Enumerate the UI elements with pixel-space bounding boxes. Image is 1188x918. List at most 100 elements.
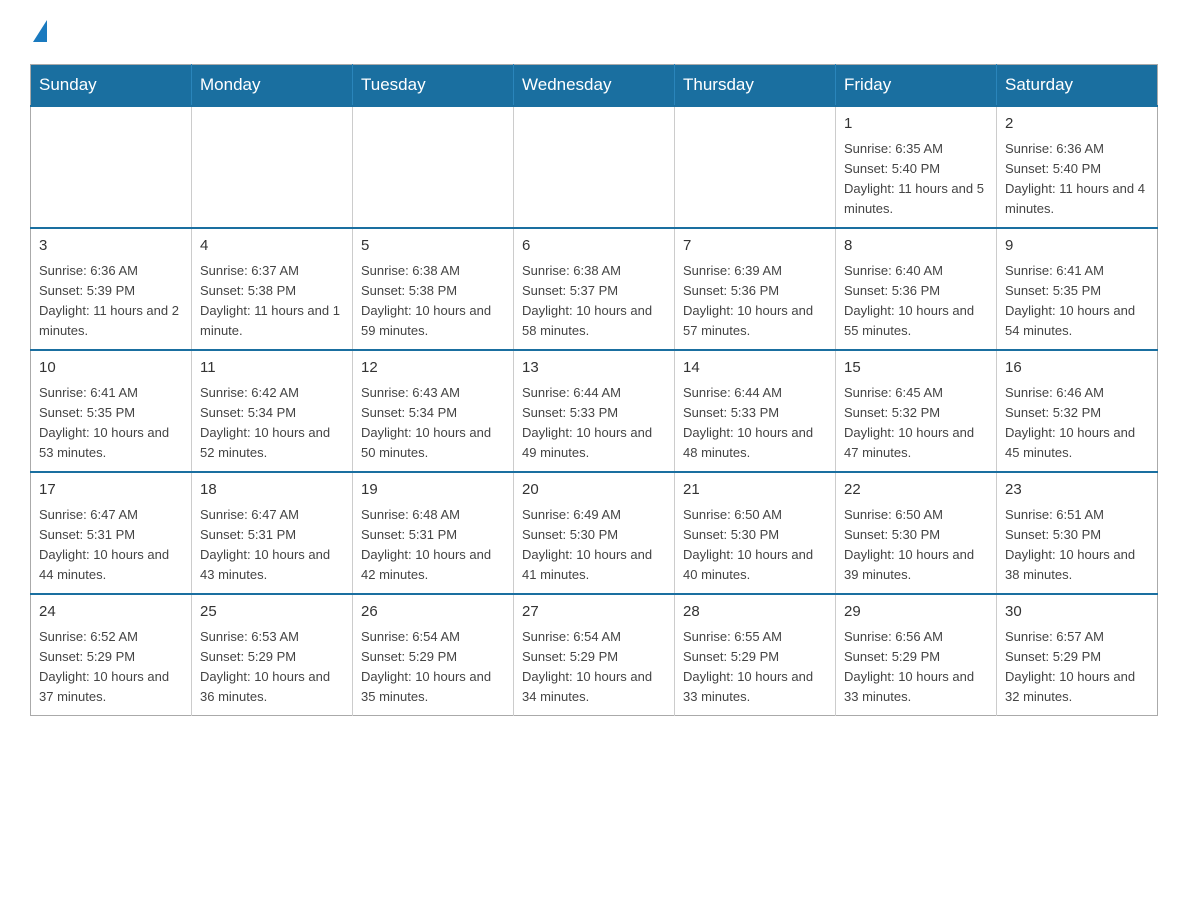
day-info: Sunrise: 6:36 AMSunset: 5:39 PMDaylight:… [39, 261, 183, 342]
day-number: 30 [1005, 601, 1149, 624]
day-number: 15 [844, 357, 988, 380]
day-info: Sunrise: 6:37 AMSunset: 5:38 PMDaylight:… [200, 261, 344, 342]
weekday-header-friday: Friday [836, 65, 997, 107]
day-info: Sunrise: 6:54 AMSunset: 5:29 PMDaylight:… [361, 627, 505, 708]
weekday-header-saturday: Saturday [997, 65, 1158, 107]
day-info: Sunrise: 6:35 AMSunset: 5:40 PMDaylight:… [844, 139, 988, 220]
day-number: 27 [522, 601, 666, 624]
day-info: Sunrise: 6:41 AMSunset: 5:35 PMDaylight:… [39, 383, 183, 464]
day-info: Sunrise: 6:44 AMSunset: 5:33 PMDaylight:… [522, 383, 666, 464]
calendar-cell: 6 Sunrise: 6:38 AMSunset: 5:37 PMDaylight… [514, 228, 675, 350]
day-info: Sunrise: 6:46 AMSunset: 5:32 PMDaylight:… [1005, 383, 1149, 464]
day-info: Sunrise: 6:45 AMSunset: 5:32 PMDaylight:… [844, 383, 988, 464]
day-number: 10 [39, 357, 183, 380]
day-number: 24 [39, 601, 183, 624]
day-info: Sunrise: 6:56 AMSunset: 5:29 PMDaylight:… [844, 627, 988, 708]
calendar-cell: 29 Sunrise: 6:56 AMSunset: 5:29 PMDayligh… [836, 594, 997, 716]
day-info: Sunrise: 6:39 AMSunset: 5:36 PMDaylight:… [683, 261, 827, 342]
day-number: 11 [200, 357, 344, 380]
day-info: Sunrise: 6:41 AMSunset: 5:35 PMDaylight:… [1005, 261, 1149, 342]
weekday-header-tuesday: Tuesday [353, 65, 514, 107]
calendar-cell: 27 Sunrise: 6:54 AMSunset: 5:29 PMDayligh… [514, 594, 675, 716]
day-number: 19 [361, 479, 505, 502]
day-number: 2 [1005, 113, 1149, 136]
calendar-cell: 30 Sunrise: 6:57 AMSunset: 5:29 PMDayligh… [997, 594, 1158, 716]
calendar-cell [31, 106, 192, 228]
calendar-week-row: 17 Sunrise: 6:47 AMSunset: 5:31 PMDayligh… [31, 472, 1158, 594]
day-number: 20 [522, 479, 666, 502]
day-info: Sunrise: 6:40 AMSunset: 5:36 PMDaylight:… [844, 261, 988, 342]
logo-triangle-icon [33, 20, 47, 42]
calendar-cell: 14 Sunrise: 6:44 AMSunset: 5:33 PMDayligh… [675, 350, 836, 472]
day-number: 16 [1005, 357, 1149, 380]
calendar-header-row: SundayMondayTuesdayWednesdayThursdayFrid… [31, 65, 1158, 107]
calendar-cell: 17 Sunrise: 6:47 AMSunset: 5:31 PMDayligh… [31, 472, 192, 594]
calendar-cell: 28Sunrise: 6:55 AMSunset: 5:29 PMDayligh… [675, 594, 836, 716]
calendar-cell: 18Sunrise: 6:47 AMSunset: 5:31 PMDayligh… [192, 472, 353, 594]
day-info: Sunrise: 6:44 AMSunset: 5:33 PMDaylight:… [683, 383, 827, 464]
calendar-cell [192, 106, 353, 228]
calendar-cell: 5 Sunrise: 6:38 AMSunset: 5:38 PMDaylight… [353, 228, 514, 350]
day-info: Sunrise: 6:50 AMSunset: 5:30 PMDaylight:… [844, 505, 988, 586]
calendar-cell: 13Sunrise: 6:44 AMSunset: 5:33 PMDayligh… [514, 350, 675, 472]
calendar-cell: 3 Sunrise: 6:36 AMSunset: 5:39 PMDaylight… [31, 228, 192, 350]
calendar-cell: 26Sunrise: 6:54 AMSunset: 5:29 PMDayligh… [353, 594, 514, 716]
day-info: Sunrise: 6:38 AMSunset: 5:37 PMDaylight:… [522, 261, 666, 342]
day-info: Sunrise: 6:49 AMSunset: 5:30 PMDaylight:… [522, 505, 666, 586]
day-number: 29 [844, 601, 988, 624]
day-number: 14 [683, 357, 827, 380]
calendar-cell: 10 Sunrise: 6:41 AMSunset: 5:35 PMDayligh… [31, 350, 192, 472]
day-number: 7 [683, 235, 827, 258]
calendar-cell: 25 Sunrise: 6:53 AMSunset: 5:29 PMDayligh… [192, 594, 353, 716]
weekday-header-wednesday: Wednesday [514, 65, 675, 107]
calendar-week-row: 3 Sunrise: 6:36 AMSunset: 5:39 PMDaylight… [31, 228, 1158, 350]
day-number: 25 [200, 601, 344, 624]
calendar-table: SundayMondayTuesdayWednesdayThursdayFrid… [30, 64, 1158, 716]
day-info: Sunrise: 6:36 AMSunset: 5:40 PMDaylight:… [1005, 139, 1149, 220]
day-info: Sunrise: 6:52 AMSunset: 5:29 PMDaylight:… [39, 627, 183, 708]
day-number: 6 [522, 235, 666, 258]
day-number: 21 [683, 479, 827, 502]
day-number: 9 [1005, 235, 1149, 258]
day-number: 8 [844, 235, 988, 258]
day-number: 17 [39, 479, 183, 502]
day-info: Sunrise: 6:43 AMSunset: 5:34 PMDaylight:… [361, 383, 505, 464]
weekday-header-sunday: Sunday [31, 65, 192, 107]
day-info: Sunrise: 6:54 AMSunset: 5:29 PMDaylight:… [522, 627, 666, 708]
calendar-cell: 7 Sunrise: 6:39 AMSunset: 5:36 PMDaylight… [675, 228, 836, 350]
calendar-cell [675, 106, 836, 228]
logo [30, 20, 47, 44]
calendar-cell [353, 106, 514, 228]
calendar-week-row: 1 Sunrise: 6:35 AMSunset: 5:40 PMDaylight… [31, 106, 1158, 228]
day-number: 1 [844, 113, 988, 136]
calendar-cell: 9 Sunrise: 6:41 AMSunset: 5:35 PMDaylight… [997, 228, 1158, 350]
calendar-cell: 23Sunrise: 6:51 AMSunset: 5:30 PMDayligh… [997, 472, 1158, 594]
calendar-cell: 15 Sunrise: 6:45 AMSunset: 5:32 PMDayligh… [836, 350, 997, 472]
day-info: Sunrise: 6:47 AMSunset: 5:31 PMDaylight:… [39, 505, 183, 586]
calendar-cell [514, 106, 675, 228]
day-number: 3 [39, 235, 183, 258]
day-info: Sunrise: 6:38 AMSunset: 5:38 PMDaylight:… [361, 261, 505, 342]
calendar-cell: 20 Sunrise: 6:49 AMSunset: 5:30 PMDayligh… [514, 472, 675, 594]
day-info: Sunrise: 6:50 AMSunset: 5:30 PMDaylight:… [683, 505, 827, 586]
day-number: 4 [200, 235, 344, 258]
day-info: Sunrise: 6:51 AMSunset: 5:30 PMDaylight:… [1005, 505, 1149, 586]
weekday-header-monday: Monday [192, 65, 353, 107]
day-number: 12 [361, 357, 505, 380]
calendar-cell: 21 Sunrise: 6:50 AMSunset: 5:30 PMDayligh… [675, 472, 836, 594]
day-info: Sunrise: 6:42 AMSunset: 5:34 PMDaylight:… [200, 383, 344, 464]
calendar-cell: 19 Sunrise: 6:48 AMSunset: 5:31 PMDayligh… [353, 472, 514, 594]
calendar-cell: 1 Sunrise: 6:35 AMSunset: 5:40 PMDaylight… [836, 106, 997, 228]
day-info: Sunrise: 6:48 AMSunset: 5:31 PMDaylight:… [361, 505, 505, 586]
day-info: Sunrise: 6:53 AMSunset: 5:29 PMDaylight:… [200, 627, 344, 708]
calendar-week-row: 24 Sunrise: 6:52 AMSunset: 5:29 PMDayligh… [31, 594, 1158, 716]
day-info: Sunrise: 6:55 AMSunset: 5:29 PMDaylight:… [683, 627, 827, 708]
day-number: 22 [844, 479, 988, 502]
calendar-cell: 4 Sunrise: 6:37 AMSunset: 5:38 PMDaylight… [192, 228, 353, 350]
day-info: Sunrise: 6:57 AMSunset: 5:29 PMDaylight:… [1005, 627, 1149, 708]
calendar-week-row: 10 Sunrise: 6:41 AMSunset: 5:35 PMDayligh… [31, 350, 1158, 472]
day-number: 18 [200, 479, 344, 502]
calendar-cell: 16 Sunrise: 6:46 AMSunset: 5:32 PMDayligh… [997, 350, 1158, 472]
day-number: 5 [361, 235, 505, 258]
calendar-cell: 24 Sunrise: 6:52 AMSunset: 5:29 PMDayligh… [31, 594, 192, 716]
